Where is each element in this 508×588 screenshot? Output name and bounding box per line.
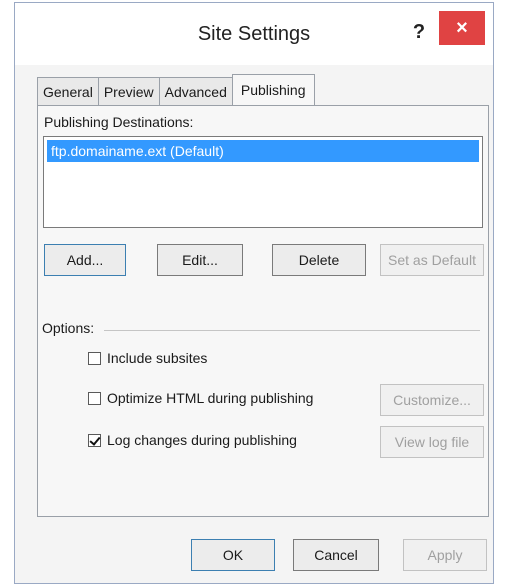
edit-button[interactable]: Edit... <box>157 244 243 276</box>
optimize-html-checkbox[interactable] <box>88 391 101 405</box>
apply-button[interactable]: Apply <box>403 539 487 571</box>
ok-button[interactable]: OK <box>191 539 275 571</box>
include-subsites-label: Include subsites <box>107 350 208 366</box>
tab-publishing[interactable]: Publishing <box>231 74 315 106</box>
delete-button[interactable]: Delete <box>272 244 366 276</box>
close-icon: × <box>456 17 468 39</box>
log-changes-checkbox[interactable] <box>88 433 101 447</box>
tab-preview[interactable]: Preview <box>97 77 159 105</box>
customize-button[interactable]: Customize... <box>380 384 484 416</box>
cancel-button[interactable]: Cancel <box>293 539 379 571</box>
destinations-list[interactable]: ftp.domainame.ext (Default) <box>43 136 483 228</box>
destinations-label: Publishing Destinations: <box>44 114 194 130</box>
log-changes-option[interactable]: Log changes during publishing <box>88 432 297 448</box>
include-subsites-checkbox[interactable] <box>88 351 101 365</box>
tab-general[interactable]: General <box>37 77 98 105</box>
options-divider <box>104 330 480 331</box>
tab-strip: General Preview Advanced Publishing <box>37 74 315 106</box>
close-button[interactable]: × <box>439 11 485 45</box>
tab-advanced[interactable]: Advanced <box>158 77 232 105</box>
site-settings-dialog: Site Settings ? × General Preview Advanc… <box>14 2 494 584</box>
options-label: Options: <box>42 320 95 336</box>
help-button[interactable]: ? <box>407 17 431 47</box>
list-item[interactable]: ftp.domainame.ext (Default) <box>47 140 479 162</box>
optimize-html-option[interactable]: Optimize HTML during publishing <box>88 390 313 406</box>
set-as-default-button[interactable]: Set as Default <box>380 244 484 276</box>
publishing-panel: Publishing Destinations: ftp.domainame.e… <box>37 105 489 517</box>
optimize-html-label: Optimize HTML during publishing <box>107 390 314 406</box>
view-log-file-button[interactable]: View log file <box>380 426 484 458</box>
title-bar: Site Settings ? × <box>15 3 493 65</box>
add-button[interactable]: Add... <box>44 244 126 276</box>
include-subsites-option[interactable]: Include subsites <box>88 350 207 366</box>
log-changes-label: Log changes during publishing <box>107 432 297 448</box>
